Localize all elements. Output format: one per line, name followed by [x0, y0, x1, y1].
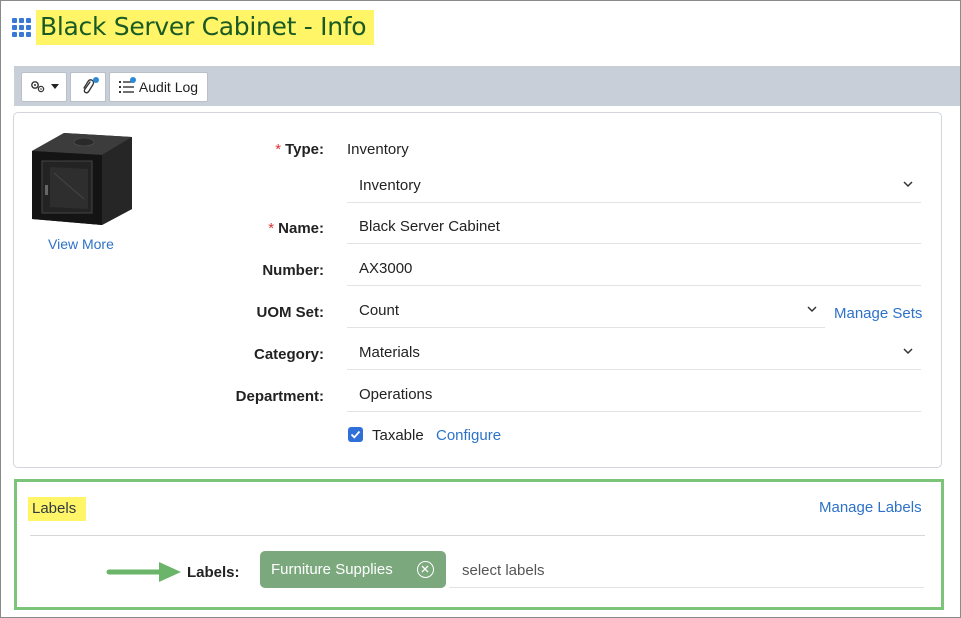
remove-chip-icon[interactable] [417, 561, 434, 578]
settings-dropdown-button[interactable] [21, 72, 67, 102]
labels-section-title: Labels [28, 497, 87, 521]
uom-set-label: UOM Set: [256, 304, 325, 321]
type-select[interactable]: Inventory [347, 169, 921, 203]
labels-select-input[interactable]: select labels [449, 551, 924, 588]
labels-section: Labels Manage Labels Labels: Furniture S… [14, 479, 944, 610]
page-title: Black Server Cabinet - Info [36, 10, 375, 45]
page-header: Black Server Cabinet - Info [12, 10, 375, 45]
category-label: Category: [253, 346, 324, 363]
gears-icon [30, 81, 44, 93]
item-info-card: View More * Type: Inventory Inventory * Na… [13, 112, 942, 468]
uom-set-select[interactable]: Count [347, 294, 825, 328]
audit-log-label: Audit Log [138, 79, 199, 95]
product-image[interactable] [30, 127, 134, 227]
label-chip[interactable]: Furniture Supplies [260, 551, 446, 588]
type-value: Inventory [347, 141, 409, 158]
chevron-down-icon [807, 306, 817, 313]
notification-dot [130, 77, 136, 83]
name-label: * Name: [268, 220, 324, 237]
department-input[interactable]: Operations [347, 378, 921, 412]
department-label: Department: [235, 388, 324, 405]
configure-link[interactable]: Configure [436, 427, 501, 444]
number-input[interactable]: AX3000 [347, 252, 921, 286]
checkmark-icon [350, 430, 361, 439]
notification-dot [93, 77, 99, 83]
labels-field-label: Labels: [187, 564, 240, 581]
category-select[interactable]: Materials [347, 336, 921, 370]
type-label: * Type: [275, 141, 324, 158]
chevron-down-icon [903, 348, 913, 355]
name-input[interactable]: Black Server Cabinet [347, 210, 921, 244]
attachments-button[interactable] [70, 72, 106, 102]
toolbar: Audit Log [14, 66, 960, 106]
labels-placeholder: select labels [462, 562, 545, 579]
taxable-checkbox[interactable] [348, 427, 363, 442]
view-more-link[interactable]: View More [48, 236, 114, 252]
chevron-down-icon [903, 181, 913, 188]
audit-log-button[interactable]: Audit Log [109, 72, 208, 102]
manage-labels-link[interactable]: Manage Labels [819, 499, 922, 516]
label-chip-text: Furniture Supplies [271, 561, 393, 578]
arrow-right-icon [106, 562, 181, 582]
manage-sets-link[interactable]: Manage Sets [834, 305, 922, 322]
grid-menu-icon[interactable] [12, 17, 32, 38]
taxable-label: Taxable [372, 427, 424, 444]
divider [30, 535, 925, 536]
number-label: Number: [262, 262, 324, 279]
caret-down-icon [50, 84, 59, 89]
